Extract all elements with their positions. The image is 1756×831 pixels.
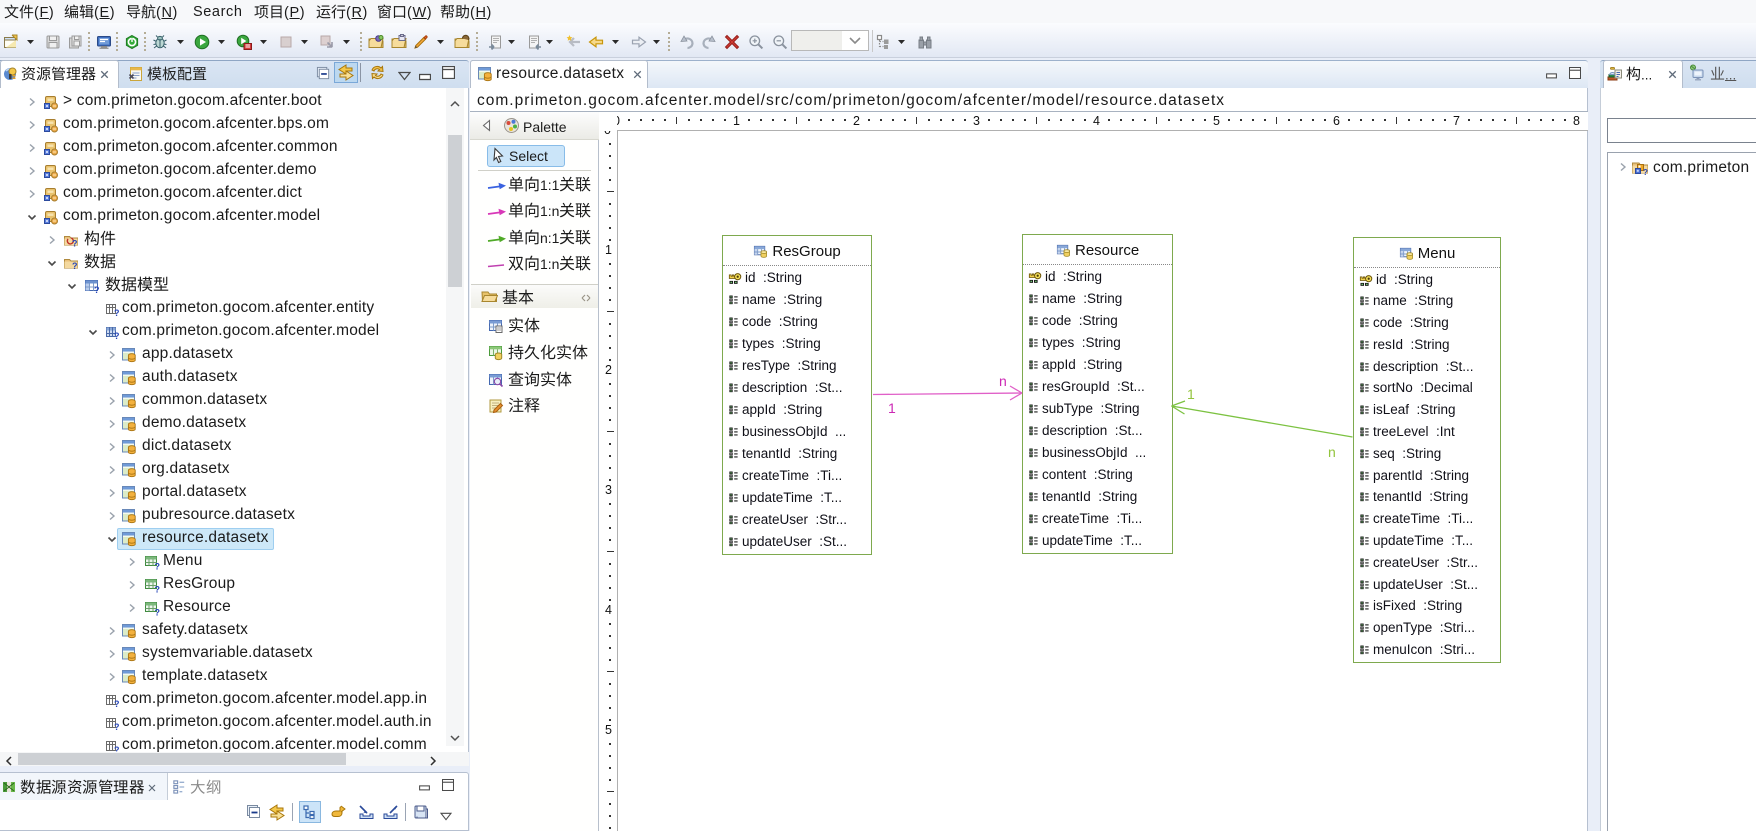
svg-text:1: 1 [1187,386,1195,402]
svg-text:n: n [999,373,1007,389]
svg-text:n: n [1328,444,1336,460]
svg-text:?: ? [1643,168,1648,176]
svg-text:1: 1 [888,400,896,416]
